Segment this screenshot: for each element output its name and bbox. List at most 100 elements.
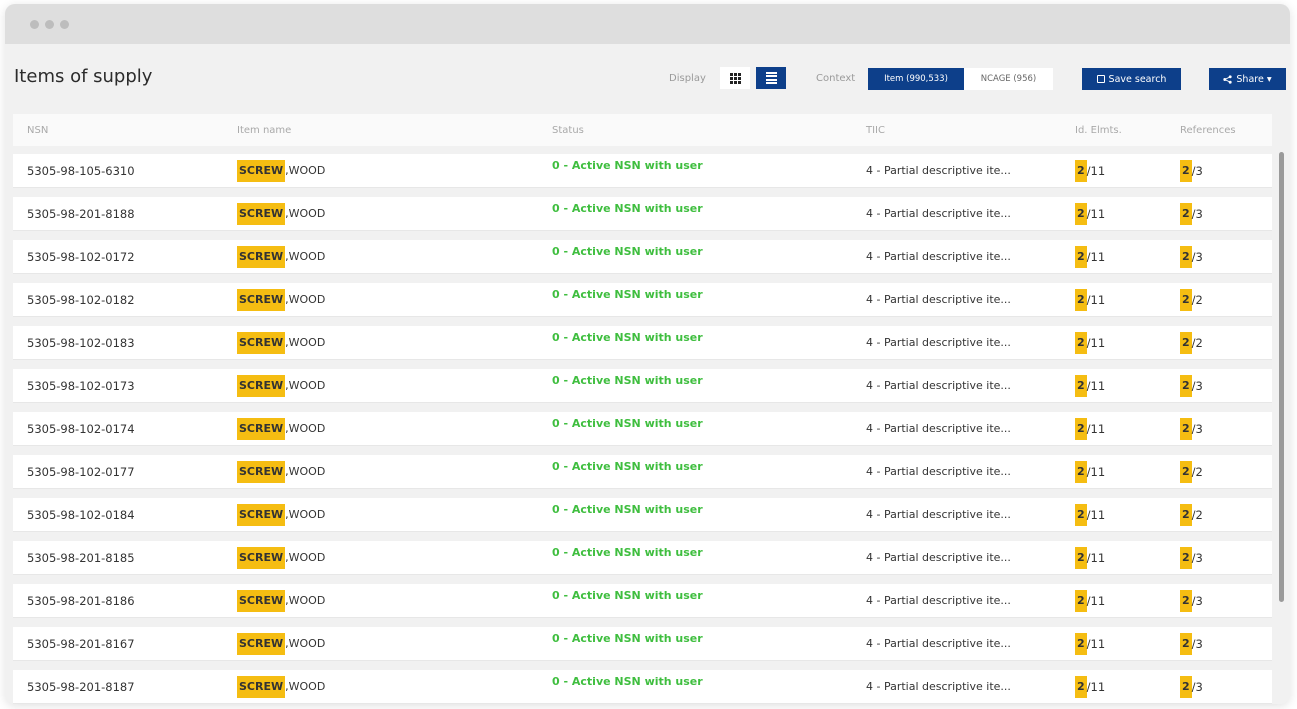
window-dot-icon[interactable] [60, 20, 69, 29]
list-view-button[interactable] [756, 67, 786, 89]
id-elements-count: 2 [1075, 159, 1087, 182]
references-count: 2 [1180, 288, 1192, 311]
table-header: NSN Item name Status TIIC Id. Elmts. Ref… [13, 114, 1272, 146]
search-highlight: SCREW [237, 288, 286, 311]
window-dot-icon[interactable] [45, 20, 54, 29]
table-row[interactable]: 5305-98-201-8185 SCREW ,WOOD 0 - Active NSN… [13, 541, 1272, 574]
column-header-item-name[interactable]: Item name [237, 125, 291, 136]
column-header-nsn[interactable]: NSN [27, 125, 48, 136]
search-highlight: SCREW [237, 374, 286, 397]
tiic-cell: 4 - Partial descriptive ite... [866, 422, 1011, 435]
share-button[interactable]: Share ▾ [1209, 68, 1286, 90]
item-name-cell: SCREW ,WOOD [237, 154, 325, 187]
tiic-cell: 4 - Partial descriptive ite... [866, 551, 1011, 564]
table-row[interactable]: 5305-98-201-8167 SCREW ,WOOD 0 - Active NSN… [13, 627, 1272, 660]
id-elements-count: 2 [1075, 245, 1087, 268]
status-cell: 0 - Active NSN with user [552, 202, 703, 215]
column-header-references[interactable]: References [1180, 125, 1236, 136]
status-cell: 0 - Active NSN with user [552, 503, 703, 516]
id-elements-count: 2 [1075, 589, 1087, 612]
references-cell: 2/3 [1180, 412, 1203, 445]
item-name-cell: SCREW ,WOOD [237, 455, 325, 488]
column-header-status[interactable]: Status [552, 125, 584, 136]
tiic-cell: 4 - Partial descriptive ite... [866, 336, 1011, 349]
id-elements-total: /11 [1086, 679, 1106, 694]
references-cell: 2/3 [1180, 670, 1203, 703]
context-tab-item[interactable]: Item (990,533) [868, 68, 964, 90]
nsn-cell[interactable]: 5305-98-201-8186 [27, 584, 135, 617]
display-label: Display [669, 73, 706, 84]
item-name-rest: ,WOOD [285, 508, 326, 521]
id-elements-total: /11 [1086, 163, 1106, 178]
nsn-cell[interactable]: 5305-98-201-8187 [27, 670, 135, 703]
save-search-button[interactable]: Save search [1082, 68, 1181, 90]
nsn-cell[interactable]: 5305-98-201-8167 [27, 627, 135, 660]
table-row[interactable]: 5305-98-105-6310 SCREW ,WOOD 0 - Active NSN… [13, 154, 1272, 187]
table-row[interactable]: 5305-98-102-0184 SCREW ,WOOD 0 - Active NSN… [13, 498, 1272, 531]
id-elements-cell: 2/11 [1075, 240, 1105, 273]
tiic-cell: 4 - Partial descriptive ite... [866, 250, 1011, 263]
nsn-cell[interactable]: 5305-98-105-6310 [27, 154, 135, 187]
window-dot-icon[interactable] [30, 20, 39, 29]
nsn-cell[interactable]: 5305-98-102-0174 [27, 412, 135, 445]
id-elements-cell: 2/11 [1075, 670, 1105, 703]
references-cell: 2/2 [1180, 498, 1203, 531]
id-elements-total: /11 [1086, 593, 1106, 608]
table-row[interactable]: 5305-98-102-0173 SCREW ,WOOD 0 - Active NSN… [13, 369, 1272, 402]
column-header-id-elements[interactable]: Id. Elmts. [1075, 125, 1122, 136]
references-cell: 2/3 [1180, 541, 1203, 574]
nsn-cell[interactable]: 5305-98-201-8188 [27, 197, 135, 230]
nsn-cell[interactable]: 5305-98-102-0177 [27, 455, 135, 488]
table-row[interactable]: 5305-98-201-8186 SCREW ,WOOD 0 - Active NSN… [13, 584, 1272, 617]
nsn-cell[interactable]: 5305-98-102-0172 [27, 240, 135, 273]
status-cell: 0 - Active NSN with user [552, 288, 703, 301]
nsn-cell[interactable]: 5305-98-201-8185 [27, 541, 135, 574]
nsn-cell[interactable]: 5305-98-102-0184 [27, 498, 135, 531]
item-name-rest: ,WOOD [285, 250, 326, 263]
references-total: /3 [1191, 636, 1203, 651]
grid-view-icon [729, 72, 741, 84]
table-row[interactable]: 5305-98-201-8187 SCREW ,WOOD 0 - Active NSN… [13, 670, 1272, 703]
status-cell: 0 - Active NSN with user [552, 589, 703, 602]
id-elements-count: 2 [1075, 202, 1087, 225]
table-row[interactable]: 5305-98-102-0174 SCREW ,WOOD 0 - Active NSN… [13, 412, 1272, 445]
window-titlebar [5, 4, 1290, 44]
table-row[interactable]: 5305-98-201-8188 SCREW ,WOOD 0 - Active NSN… [13, 197, 1272, 230]
references-cell: 2/2 [1180, 455, 1203, 488]
id-elements-total: /11 [1086, 507, 1106, 522]
list-view-icon [765, 71, 777, 85]
references-total: /3 [1191, 249, 1203, 264]
references-cell: 2/3 [1180, 240, 1203, 273]
table-row[interactable]: 5305-98-102-0172 SCREW ,WOOD 0 - Active NSN… [13, 240, 1272, 273]
references-total: /3 [1191, 679, 1203, 694]
references-count: 2 [1180, 503, 1192, 526]
references-count: 2 [1180, 159, 1192, 182]
search-highlight: SCREW [237, 331, 286, 354]
context-tab-ncage[interactable]: NCAGE (956) [964, 68, 1053, 90]
status-cell: 0 - Active NSN with user [552, 374, 703, 387]
references-count: 2 [1180, 417, 1192, 440]
nsn-cell[interactable]: 5305-98-102-0173 [27, 369, 135, 402]
vertical-scrollbar[interactable] [1279, 152, 1284, 602]
id-elements-cell: 2/11 [1075, 455, 1105, 488]
item-name-rest: ,WOOD [285, 465, 326, 478]
references-total: /3 [1191, 593, 1203, 608]
nsn-cell[interactable]: 5305-98-102-0183 [27, 326, 135, 359]
id-elements-total: /11 [1086, 464, 1106, 479]
item-name-rest: ,WOOD [285, 551, 326, 564]
table-row[interactable]: 5305-98-102-0183 SCREW ,WOOD 0 - Active NSN… [13, 326, 1272, 359]
id-elements-cell: 2/11 [1075, 627, 1105, 660]
column-header-tiic[interactable]: TIIC [866, 125, 885, 136]
search-highlight: SCREW [237, 675, 286, 698]
references-total: /2 [1191, 507, 1203, 522]
table-row[interactable]: 5305-98-102-0177 SCREW ,WOOD 0 - Active NSN… [13, 455, 1272, 488]
id-elements-count: 2 [1075, 632, 1087, 655]
grid-view-button[interactable] [720, 67, 750, 89]
nsn-cell[interactable]: 5305-98-102-0182 [27, 283, 135, 316]
references-total: /2 [1191, 335, 1203, 350]
id-elements-count: 2 [1075, 546, 1087, 569]
status-cell: 0 - Active NSN with user [552, 460, 703, 473]
id-elements-count: 2 [1075, 417, 1087, 440]
item-name-cell: SCREW ,WOOD [237, 498, 325, 531]
table-row[interactable]: 5305-98-102-0182 SCREW ,WOOD 0 - Active NSN… [13, 283, 1272, 316]
